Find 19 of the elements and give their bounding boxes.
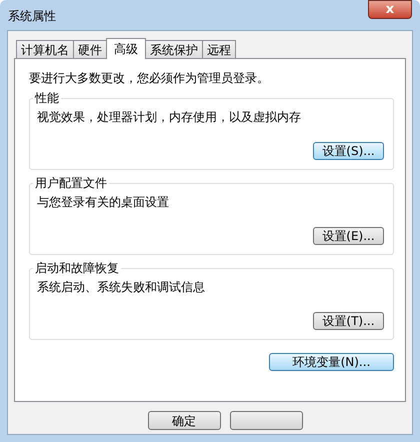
tab[interactable]: 硬件 bbox=[73, 40, 107, 59]
tab[interactable]: 计算机名 bbox=[16, 40, 74, 59]
tab[interactable]: 系统保护 bbox=[145, 40, 203, 59]
group-description: 视觉效果，处理器计划，内存使用，以及虚拟内存 bbox=[37, 109, 302, 126]
settings-button[interactable]: 环境变量(N)... bbox=[269, 353, 394, 371]
group-title: 启动和故障恢复 bbox=[33, 261, 121, 275]
settings-button[interactable]: 设置(E)... bbox=[313, 227, 384, 245]
window-title: 系统属性 bbox=[8, 8, 56, 25]
dialog-button[interactable] bbox=[230, 411, 302, 430]
tab[interactable]: 远程 bbox=[202, 40, 236, 59]
group-title: 用户配置文件 bbox=[33, 176, 109, 190]
tab[interactable]: 高级 bbox=[106, 38, 146, 59]
settings-button[interactable]: 设置(T)... bbox=[313, 312, 384, 330]
settings-button[interactable]: 设置(S)... bbox=[313, 142, 384, 160]
group-description: 与您登录有关的桌面设置 bbox=[37, 194, 170, 211]
dialog-button[interactable]: 确定 bbox=[148, 411, 220, 430]
group-description: 系统启动、系统失败和调试信息 bbox=[37, 279, 206, 296]
notice-text: 要进行大多数更改，您必须作为管理员登录。 bbox=[29, 70, 270, 87]
group-title: 性能 bbox=[33, 91, 61, 105]
